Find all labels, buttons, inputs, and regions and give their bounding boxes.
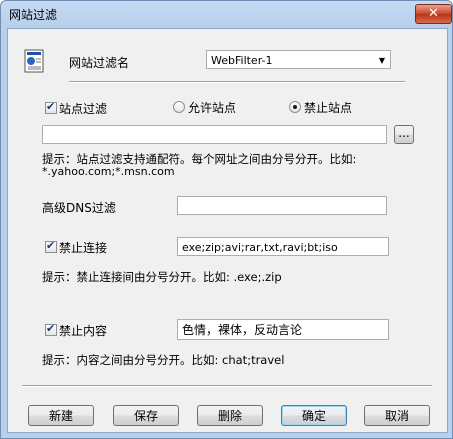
- deny-sites-label: 禁止站点: [304, 101, 353, 115]
- save-button[interactable]: 保存: [113, 405, 179, 426]
- block-connect-input[interactable]: exe;zip;avi;rar,txt,ravi;bt;iso: [177, 237, 389, 256]
- site-filter-checkbox[interactable]: [45, 100, 57, 114]
- window-title: 网站过滤: [9, 8, 58, 22]
- block-content-input[interactable]: 色情，裸体，反动言论: [177, 319, 389, 340]
- deny-sites-radio[interactable]: [289, 101, 301, 113]
- filter-icon: [24, 49, 46, 73]
- block-connect-label: 禁止连接: [59, 241, 108, 255]
- cancel-button[interactable]: 取消: [364, 405, 430, 426]
- block-content-checkbox[interactable]: [45, 322, 57, 336]
- filter-name-label: 网站过滤名: [69, 56, 130, 70]
- filter-name-select[interactable]: WebFilter-1 ▼: [206, 50, 391, 69]
- block-content-hint: 提示：内容之间由分号分开。比如: chat;travel: [42, 353, 285, 367]
- browse-button[interactable]: ...: [394, 125, 414, 144]
- new-button[interactable]: 新建: [28, 405, 94, 426]
- delete-button[interactable]: 删除: [197, 405, 263, 426]
- allow-sites-label: 允许站点: [188, 101, 237, 115]
- block-connect-checkbox[interactable]: [45, 239, 57, 253]
- site-filter-input[interactable]: [42, 125, 387, 144]
- allow-sites-radio[interactable]: [173, 101, 185, 113]
- site-filter-example: *.yahoo.com;*.msn.com: [42, 165, 175, 178]
- bottom-separator: [22, 385, 432, 387]
- site-filter-label: 站点过滤: [59, 102, 108, 116]
- filter-name-value: WebFilter-1: [211, 54, 273, 67]
- separator: [69, 81, 405, 83]
- close-button[interactable]: ✕: [415, 4, 452, 24]
- ok-button[interactable]: 确定: [281, 405, 347, 426]
- title-bar: 网站过滤 ✕: [1, 1, 452, 27]
- block-content-label: 禁止内容: [59, 324, 108, 338]
- dialog-window: 网站过滤 ✕ 网站过滤名 WebFilter-1 ▼ 站点过滤 允许站点: [0, 0, 453, 439]
- chevron-down-icon: ▼: [378, 56, 385, 65]
- block-connect-hint: 提示：禁止连接间由分号分开。比如: .exe;.zip: [42, 270, 282, 284]
- dns-filter-label: 高级DNS过滤: [42, 201, 116, 215]
- dialog-body: 网站过滤名 WebFilter-1 ▼ 站点过滤 允许站点 禁止站点 ... 提…: [7, 28, 448, 433]
- dns-filter-input[interactable]: [177, 196, 387, 215]
